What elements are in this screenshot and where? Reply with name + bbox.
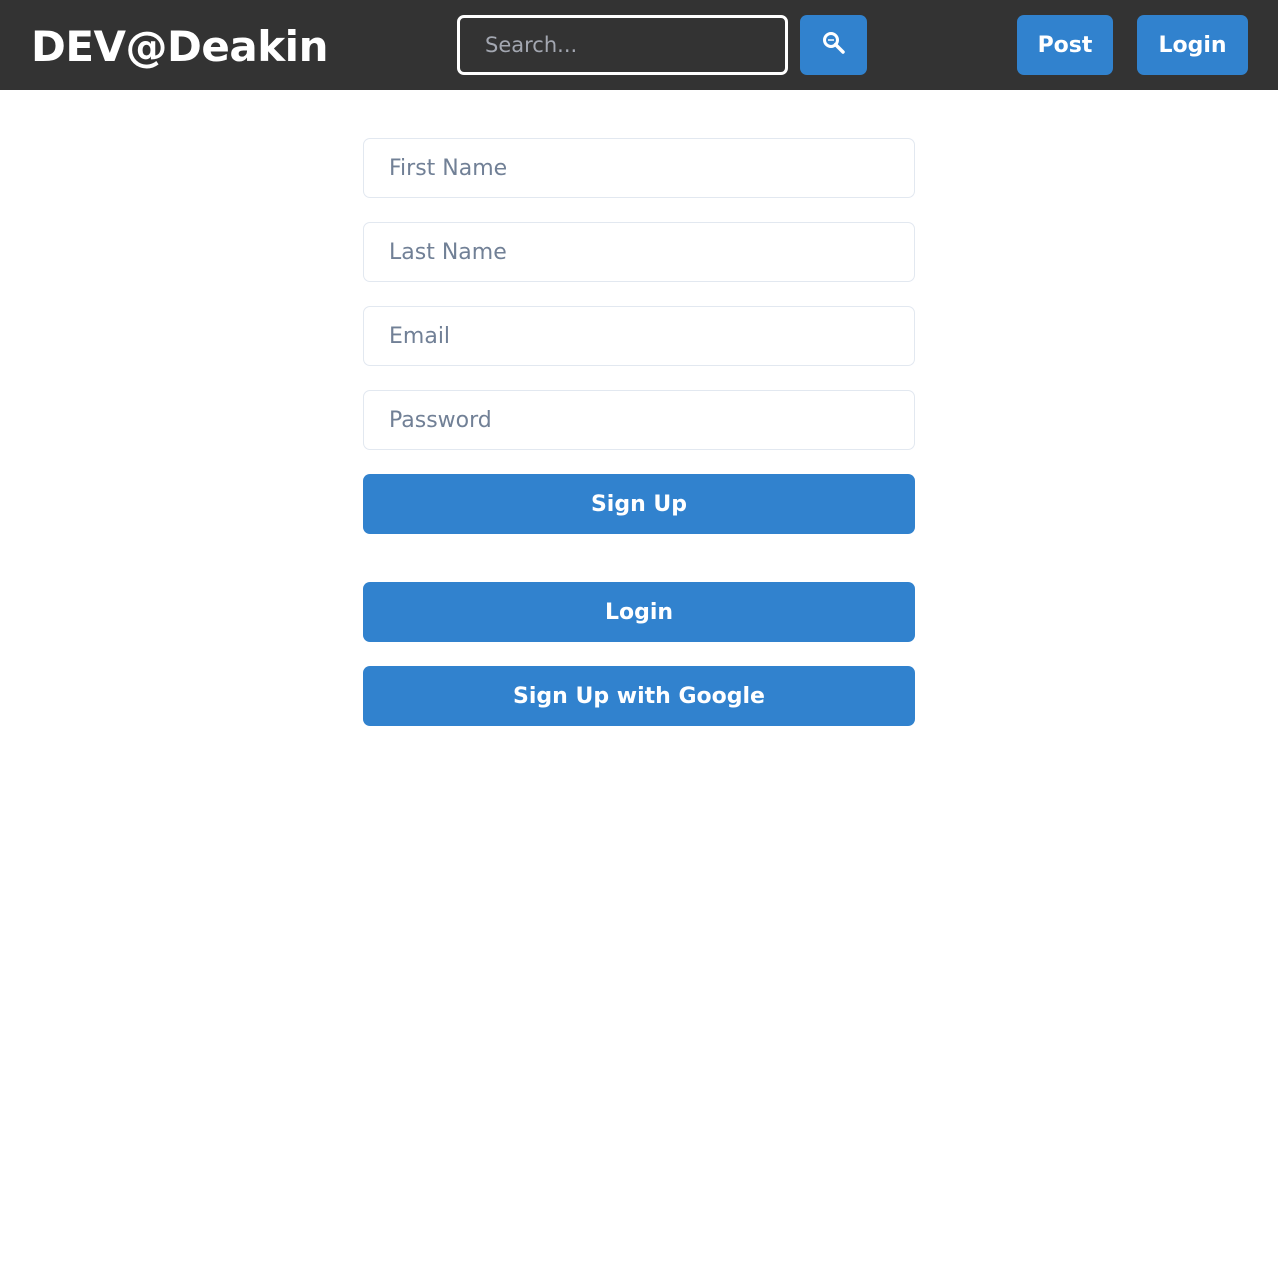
search-button[interactable] [800, 15, 867, 75]
post-button[interactable]: Post [1017, 15, 1113, 75]
navbar: DEV@Deakin Post Login [0, 0, 1278, 90]
magnifier-icon [821, 30, 847, 60]
header-login-button[interactable]: Login [1137, 15, 1248, 75]
brand-logo[interactable]: DEV@Deakin [31, 20, 328, 74]
search-input[interactable] [457, 15, 788, 75]
google-sign-up-button[interactable]: Sign Up with Google [363, 666, 915, 726]
password-field[interactable] [363, 390, 915, 450]
last-name-field[interactable] [363, 222, 915, 282]
email-field[interactable] [363, 306, 915, 366]
login-button[interactable]: Login [363, 582, 915, 642]
sign-up-button[interactable]: Sign Up [363, 474, 915, 534]
first-name-field[interactable] [363, 138, 915, 198]
